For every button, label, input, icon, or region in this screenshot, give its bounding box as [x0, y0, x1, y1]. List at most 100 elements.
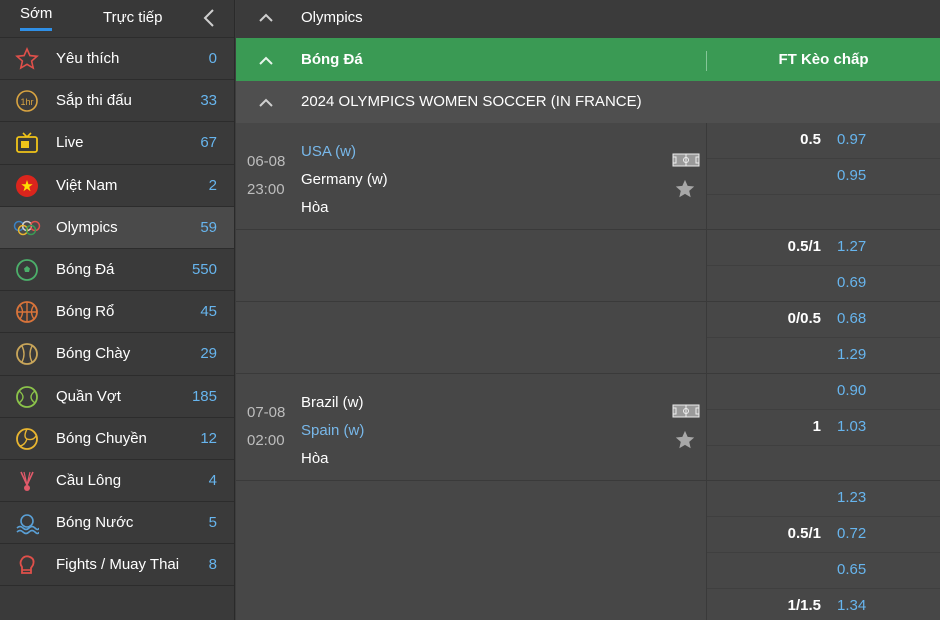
sidebar-item-count: 59	[200, 218, 217, 236]
sidebar-item-count: 2	[208, 176, 217, 194]
odds-line: 0.90	[707, 374, 940, 410]
baseball-icon	[16, 343, 38, 366]
sidebar-item-upcoming[interactable]: 1hr Sắp thi đấu 33	[0, 80, 234, 123]
tab-live[interactable]: Trực tiếp	[103, 9, 163, 26]
sidebar-item-label: Cầu Lông	[56, 471, 122, 489]
odds-line: 1/1.5 1.34	[707, 589, 940, 620]
sidebar-item-badminton[interactable]: Cầu Lông 4	[0, 460, 234, 503]
favorite-star-icon[interactable]	[674, 429, 696, 451]
chevron-up-icon[interactable]	[258, 55, 274, 65]
sidebar-item-label: Olympics	[56, 218, 118, 236]
water-polo-icon	[16, 514, 39, 535]
league-header[interactable]: 2024 OLYMPICS WOMEN SOCCER (IN FRANCE)	[236, 81, 940, 123]
sport-title: Bóng Đá	[301, 51, 363, 68]
away-team: Germany (w)	[301, 171, 388, 188]
basketball-icon	[16, 301, 38, 324]
sidebar-item-vietnam[interactable]: Việt Nam 2	[0, 165, 234, 207]
handicap-value: 1/1.5	[787, 597, 821, 614]
clock-1hr-icon: 1hr	[16, 90, 38, 112]
odds-price[interactable]: 0.97	[837, 131, 866, 148]
sidebar-item-fights[interactable]: Fights / Muay Thai 8	[0, 544, 234, 587]
odds-price[interactable]: 0.65	[837, 561, 866, 578]
sidebar-item-label: Quần Vợt	[56, 387, 121, 405]
sidebar-item-label: Bóng Rổ	[56, 303, 115, 321]
sidebar-item-olympics[interactable]: Olympics 59	[0, 206, 234, 249]
sidebar-item-live[interactable]: Live 67	[0, 122, 234, 165]
sidebar-item-basketball[interactable]: Bóng Rổ 45	[0, 291, 234, 334]
market-column-header: FT Kèo chấp	[706, 51, 940, 71]
draw-label: Hòa	[301, 199, 329, 216]
odds-price[interactable]: 1.29	[837, 346, 866, 363]
home-team: USA (w)	[301, 143, 357, 160]
sidebar-item-label: Bóng Đá	[56, 260, 115, 278]
odds-price[interactable]: 1.23	[837, 489, 866, 506]
odds-price[interactable]: 1.03	[837, 418, 866, 435]
sidebar-item-volleyball[interactable]: Bóng Chuyền 12	[0, 418, 234, 460]
odds-line	[707, 446, 940, 481]
pitch-stats-icon[interactable]	[672, 153, 700, 167]
tv-icon	[16, 132, 38, 154]
odds-price[interactable]: 0.69	[837, 274, 866, 291]
match-date: 06-08	[247, 153, 286, 170]
match-info: 06-08 23:00 USA (w) Germany (w) Hòa	[236, 123, 706, 229]
chevron-up-icon[interactable]	[258, 12, 274, 22]
match-row: 07-08 02:00 Brazil (w) Spain (w) Hòa 0.9…	[236, 374, 940, 481]
away-team: Spain (w)	[301, 422, 365, 439]
sidebar-item-soccer[interactable]: Bóng Đá 550	[0, 249, 234, 292]
handicap-value: 0.5/1	[787, 525, 821, 542]
odds-price[interactable]: 1.34	[837, 597, 866, 614]
odds-column: 1.23 0.5/1 0.72 0.65 1/1.5 1.34	[706, 481, 940, 620]
odds-line: 0.5 0.97	[707, 123, 940, 159]
breadcrumb[interactable]: Olympics	[236, 0, 940, 38]
sidebar-item-label: Bóng Nước	[56, 514, 134, 532]
volleyball-icon	[16, 427, 38, 450]
match-time: 02:00	[247, 432, 285, 449]
sidebar-item-baseball[interactable]: Bóng Chày 29	[0, 333, 234, 376]
odds-price[interactable]: 0.95	[837, 167, 866, 184]
odds-price[interactable]: 0.68	[837, 310, 866, 327]
odds-line	[707, 195, 940, 230]
shuttlecock-icon	[20, 471, 34, 491]
match-row-extra: 1.23 0.5/1 0.72 0.65 1/1.5 1.34	[236, 481, 940, 620]
sidebar-item-count: 185	[191, 387, 217, 405]
match-info: 07-08 02:00 Brazil (w) Spain (w) Hòa	[236, 374, 706, 480]
odds-price[interactable]: 0.72	[837, 525, 866, 542]
tab-early[interactable]: Sớm	[20, 5, 53, 31]
odds-line: 0.95	[707, 159, 940, 195]
vietnam-flag-icon	[16, 174, 38, 197]
collapse-sidebar-button[interactable]	[200, 7, 220, 29]
odds-price[interactable]: 1.27	[837, 238, 866, 255]
sidebar-item-water-polo[interactable]: Bóng Nước 5	[0, 502, 234, 545]
odds-price[interactable]: 0.90	[837, 382, 866, 399]
sidebar-item-count: 45	[200, 303, 217, 321]
handicap-value: 1	[812, 418, 821, 435]
sidebar-item-label: Sắp thi đấu	[56, 92, 132, 110]
sidebar-item-count: 0	[208, 50, 217, 67]
match-time: 23:00	[247, 181, 285, 198]
league-title: 2024 OLYMPICS WOMEN SOCCER (IN FRANCE)	[301, 93, 642, 110]
sidebar-item-favorites[interactable]: Yêu thích 0	[0, 38, 234, 81]
soccer-ball-icon	[16, 259, 38, 281]
odds-line: 1 1.03	[707, 410, 940, 446]
odds-column: 0/0.5 0.68 1.29	[706, 302, 940, 373]
sidebar-item-count: 8	[208, 556, 217, 574]
odds-column: 0.5/1 1.27 0.69	[706, 230, 940, 301]
odds-line: 1.23	[707, 481, 940, 517]
odds-line: 0.65	[707, 553, 940, 589]
sidebar-item-count: 33	[200, 92, 217, 110]
odds-column: 0.90 1 1.03	[706, 374, 940, 480]
sidebar-item-count: 5	[208, 514, 217, 532]
sidebar-item-count: 550	[191, 260, 217, 278]
chevron-left-icon	[203, 9, 214, 27]
chevron-up-icon[interactable]	[258, 97, 274, 107]
sidebar-item-label: Bóng Chày	[56, 345, 131, 363]
sport-header[interactable]: Bóng Đá FT Kèo chấp	[236, 38, 940, 81]
sidebar-item-label: Live	[56, 134, 84, 152]
match-row-extra: 0.5/1 1.27 0.69	[236, 230, 940, 302]
sidebar-item-count: 4	[208, 471, 217, 489]
pitch-stats-icon[interactable]	[672, 404, 700, 418]
sidebar-tabs: Sớm Trực tiếp	[0, 0, 234, 38]
handicap-value: 0.5/1	[787, 238, 821, 255]
sidebar-item-tennis[interactable]: Quần Vợt 185	[0, 376, 234, 418]
favorite-star-icon[interactable]	[674, 178, 696, 200]
